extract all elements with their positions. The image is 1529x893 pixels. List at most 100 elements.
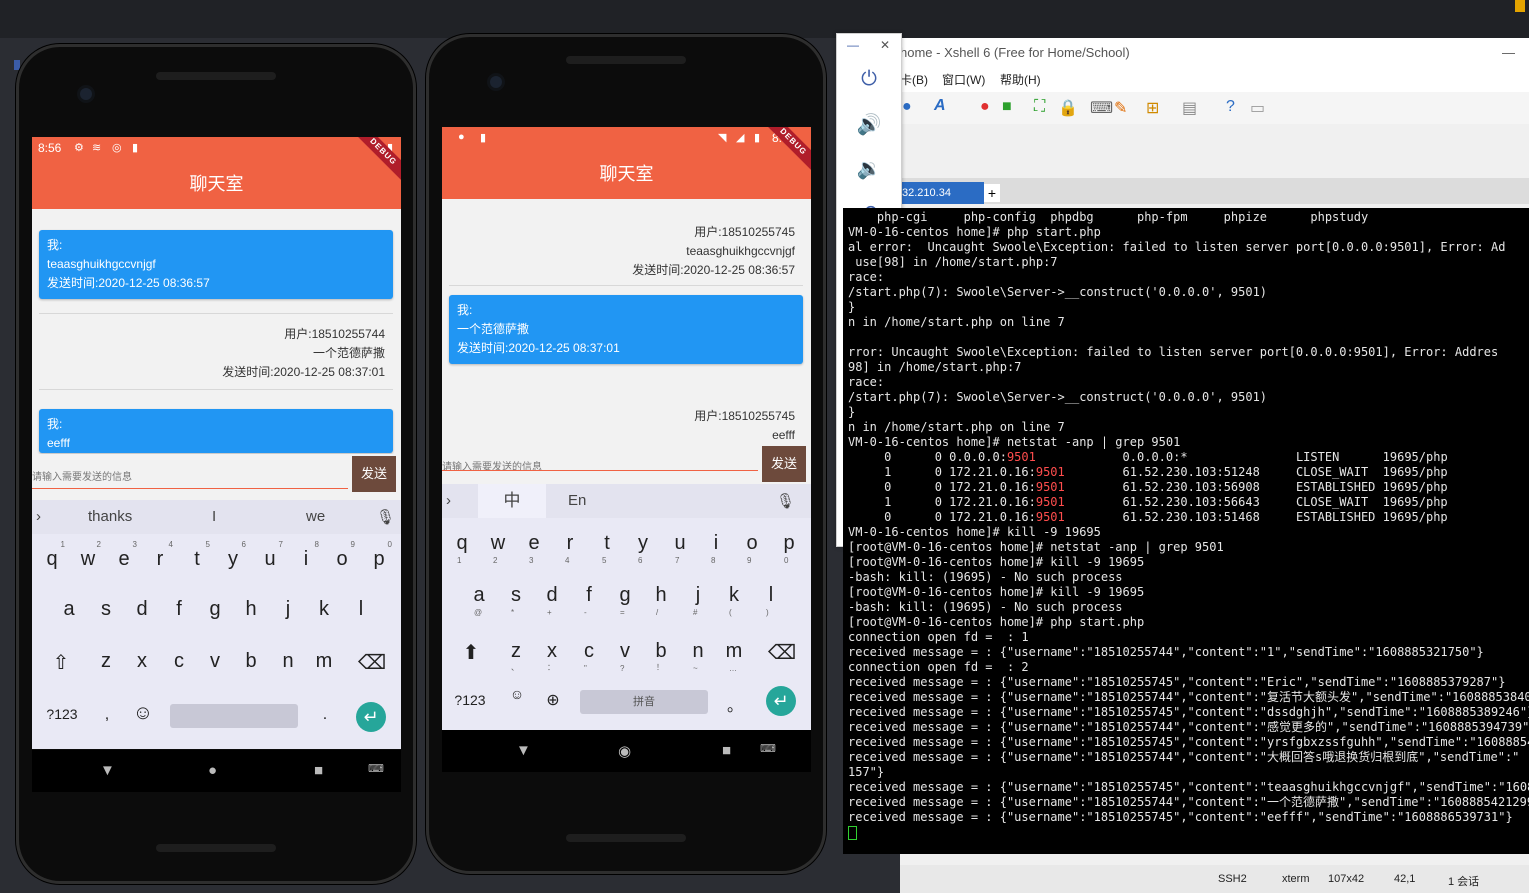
space-bar[interactable] (170, 704, 298, 728)
key-z[interactable]: z (91, 650, 121, 673)
terminal-output[interactable]: php-cgi php-config phpdbg php-fpm phpize… (843, 208, 1529, 854)
keyboard-icon[interactable]: ⌨ (368, 762, 384, 775)
symbols-key[interactable]: ?123 (450, 692, 490, 708)
key-n[interactable]: n ~ (683, 640, 713, 673)
key-g[interactable]: g = (610, 584, 640, 617)
volume-down-icon[interactable]: 🔉 (837, 156, 901, 181)
key-f[interactable]: f (164, 598, 194, 621)
globe-icon[interactable]: ⊕ (538, 690, 568, 710)
key-n[interactable]: n (273, 650, 303, 673)
key-o[interactable]: o9 (327, 540, 357, 571)
fullscreen-icon[interactable]: ⛶ (1034, 98, 1045, 116)
key-x[interactable]: x (127, 650, 157, 673)
xftp-icon[interactable]: ● (980, 98, 990, 116)
chat-icon[interactable]: ▭ (1250, 98, 1265, 118)
help-icon[interactable]: ? (1226, 98, 1235, 116)
session-tab[interactable]: 32.210.34 (900, 182, 984, 204)
key-v[interactable]: v (200, 650, 230, 673)
space-bar[interactable]: 拼音 (580, 690, 708, 714)
close-icon[interactable]: ✕ (869, 38, 901, 52)
layout-icon[interactable]: ▤ (1182, 98, 1197, 118)
suggestion-word[interactable]: I (212, 508, 216, 525)
back-icon[interactable]: ▼ (516, 742, 531, 759)
suggestion-word[interactable]: thanks (88, 508, 132, 525)
add-tab-button[interactable]: + (984, 184, 1000, 202)
key-s[interactable]: s (91, 598, 121, 621)
key-c[interactable]: c " (574, 640, 604, 673)
key-z[interactable]: z、 (501, 640, 531, 672)
key-l[interactable]: l (346, 598, 376, 621)
key-d[interactable]: d (127, 598, 157, 621)
key-k[interactable]: k( (719, 584, 749, 617)
key-t[interactable]: t5 (592, 532, 622, 565)
chevron-right-icon[interactable]: › (36, 508, 41, 525)
key-t[interactable]: t5 (182, 540, 212, 571)
suggestion-word[interactable]: we (306, 508, 325, 525)
key-c[interactable]: c (164, 650, 194, 673)
key-h[interactable]: h / (646, 584, 676, 617)
chevron-right-icon[interactable]: › (446, 492, 451, 509)
key-d[interactable]: d + (537, 584, 567, 617)
menu-item-tab[interactable]: 卡(B) (900, 68, 928, 92)
key-h[interactable]: h (236, 598, 266, 621)
menu-item-help[interactable]: 帮助(H) (1000, 68, 1041, 92)
key-j[interactable]: j # (683, 584, 713, 617)
volume-up-icon[interactable]: 🔊 (837, 112, 901, 137)
lock-icon[interactable]: 🔒 (1058, 98, 1078, 118)
key-r[interactable]: r4 (555, 532, 585, 565)
minimize-icon[interactable]: — (837, 38, 869, 52)
key-y[interactable]: y6 (218, 540, 248, 571)
emoji-icon[interactable]: ☺ (502, 686, 532, 702)
send-button[interactable]: 发送 (762, 446, 806, 482)
shift-icon[interactable]: ⇧ (46, 650, 76, 675)
font-icon[interactable]: A (934, 97, 946, 115)
globe-icon[interactable]: ● (902, 98, 912, 116)
emoji-icon[interactable]: ☺ (128, 702, 158, 725)
keyboard-icon[interactable]: ⌨ (1090, 98, 1113, 118)
highlight-icon[interactable]: ✎ (1114, 98, 1127, 118)
period-key[interactable]: . (310, 706, 340, 724)
send-button[interactable]: 发送 (352, 456, 396, 492)
key-q[interactable]: q1 (37, 540, 67, 571)
backspace-icon[interactable]: ⌫ (767, 640, 797, 665)
key-u[interactable]: u7 (255, 540, 285, 571)
key-m[interactable]: m… (719, 640, 749, 673)
key-u[interactable]: u7 (665, 532, 695, 565)
period-key[interactable]: 。 (720, 692, 750, 716)
key-m[interactable]: m (309, 650, 339, 673)
home-icon[interactable]: ◉ (618, 742, 631, 760)
key-i[interactable]: i8 (291, 540, 321, 571)
enter-icon[interactable]: ↵ (356, 702, 386, 732)
mic-icon[interactable]: 🎙 (376, 508, 395, 526)
key-j[interactable]: j (273, 598, 303, 621)
key-a[interactable]: a (54, 598, 84, 621)
key-w[interactable]: w2 (483, 532, 513, 565)
key-e[interactable]: e3 (519, 532, 549, 565)
recents-icon[interactable]: ■ (314, 762, 323, 779)
key-i[interactable]: i8 (701, 532, 731, 565)
power-icon[interactable]: ⏻ (837, 68, 901, 91)
key-p[interactable]: p0 (774, 532, 804, 565)
key-f[interactable]: f- (574, 584, 604, 617)
key-y[interactable]: y6 (628, 532, 658, 565)
key-r[interactable]: r4 (145, 540, 175, 571)
key-w[interactable]: w2 (73, 540, 103, 571)
key-a[interactable]: a @ (464, 584, 494, 617)
symbols-key[interactable]: ?123 (42, 706, 82, 722)
key-s[interactable]: s * (501, 584, 531, 617)
comma-key[interactable]: , (92, 706, 122, 724)
back-icon[interactable]: ▼ (100, 762, 115, 779)
message-input[interactable]: 请输入需要发送的信息 (32, 468, 132, 483)
xmanager-icon[interactable]: ■ (1002, 98, 1012, 116)
new-tab-icon[interactable]: ⊞ (1146, 98, 1159, 118)
lang-en-toggle[interactable]: En (568, 492, 586, 509)
key-q[interactable]: q1 (447, 532, 477, 565)
menu-item-window[interactable]: 窗口(W) (942, 68, 985, 92)
keyboard-icon[interactable]: ⌨ (760, 742, 776, 755)
key-v[interactable]: v? (610, 640, 640, 673)
key-x[interactable]: x： (537, 640, 567, 672)
home-icon[interactable]: ● (208, 762, 217, 779)
key-o[interactable]: o9 (737, 532, 767, 565)
minimize-icon[interactable]: — (1502, 38, 1515, 68)
key-b[interactable]: b！ (646, 640, 676, 672)
